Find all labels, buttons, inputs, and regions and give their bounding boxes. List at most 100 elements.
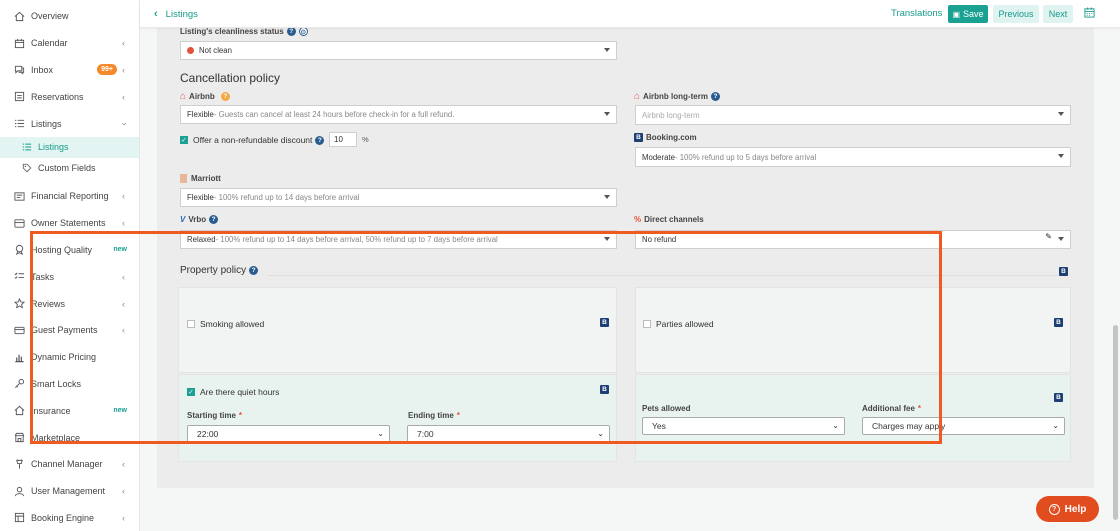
sidebar-item-dynamic-pricing[interactable]: Dynamic Pricing (0, 344, 139, 371)
pets-allowed-select[interactable]: Yes ⌄ (642, 417, 845, 435)
sidebar-item-reviews[interactable]: Reviews ‹ (0, 290, 139, 317)
chevron-left-icon: ‹ (122, 38, 125, 49)
help-icon: ? (1048, 503, 1060, 515)
booking-channel-icon: B (1054, 318, 1063, 327)
smoking-checkbox[interactable] (187, 320, 195, 328)
booking-policy-select[interactable]: Moderate - 100% refund up to 5 days befo… (635, 147, 1071, 167)
previous-button[interactable]: Previous (993, 5, 1039, 23)
ending-time-label: Ending time * (408, 411, 460, 420)
marriott-policy-desc: - 100% refund up to 14 days before arriv… (213, 193, 360, 202)
sidebar-subitem-listings[interactable]: Listings (0, 136, 139, 158)
sidebar-item-label: Hosting Quality (31, 244, 93, 255)
store-icon (14, 432, 25, 443)
sidebar-item-insurance[interactable]: Insurance new (0, 397, 139, 424)
chevron-down-icon: ‹ (118, 122, 129, 126)
key-icon (14, 378, 25, 389)
sidebar-item-financial-reporting[interactable]: Financial Reporting ‹ (0, 183, 139, 210)
chevron-left-icon: ‹ (154, 8, 158, 20)
page-scrollbar[interactable] (1113, 325, 1118, 520)
parties-checkbox[interactable] (643, 320, 651, 328)
sidebar-item-tasks[interactable]: Tasks ‹ (0, 263, 139, 290)
calendar-icon (14, 38, 25, 49)
main-content: Listing's cleanliness status ? ⊙ Not cle… (140, 27, 1120, 531)
sidebar-item-guest-payments[interactable]: Guest Payments ‹ (0, 317, 139, 344)
vrbo-policy-select[interactable]: Relaxed - 100% refund up to 14 days befo… (180, 230, 617, 249)
airbnb-policy-select[interactable]: Flexible - Guests can cancel at least 24… (180, 105, 617, 124)
additional-fee-label-text: Additional fee (862, 404, 915, 413)
help-button[interactable]: ? Help (1036, 496, 1099, 522)
sidebar-item-channel-manager[interactable]: Channel Manager ‹ (0, 451, 139, 478)
sidebar-item-marketplace[interactable]: Marketplace (0, 424, 139, 451)
help-icon[interactable]: ? (710, 92, 720, 101)
airbnb-label-text: Airbnb (189, 92, 215, 101)
back-to-listings-link[interactable]: ‹ Listings (154, 8, 198, 20)
sidebar-item-user-management[interactable]: User Management ‹ (0, 478, 139, 505)
cleanliness-select[interactable]: Not clean (180, 41, 617, 60)
caret-down-icon (604, 112, 610, 116)
sidebar: Overview Calendar ‹ Inbox 99+ ‹ Reservat… (0, 0, 140, 531)
sidebar-item-label: Owner Statements (31, 218, 106, 229)
sidebar-item-calendar[interactable]: Calendar ‹ (0, 30, 139, 57)
marriott-policy-select[interactable]: Flexible - 100% refund up to 14 days bef… (180, 188, 617, 207)
sidebar-subitem-custom-fields[interactable]: Custom Fields (0, 158, 139, 179)
property-policy-title: Property policy ? (180, 265, 259, 276)
booking-logo-icon: B (634, 133, 643, 142)
sidebar-item-inbox[interactable]: Inbox 99+ ‹ (0, 57, 139, 84)
marriott-policy-value: Flexible (187, 193, 214, 202)
sidebar-item-label: Inbox (31, 64, 54, 75)
nonrefundable-checkbox[interactable]: ✓ (180, 136, 188, 144)
sidebar-item-overview[interactable]: Overview (0, 3, 139, 30)
sidebar-item-listings[interactable]: Listings ‹ (0, 110, 139, 137)
airbnb-long-term-label-text: Airbnb long-term (643, 92, 708, 101)
booking-channel-icon: B (1054, 393, 1063, 402)
sidebar-item-smart-locks[interactable]: Smart Locks (0, 371, 139, 398)
sidebar-item-label: Insurance (31, 405, 71, 416)
caret-down-icon (604, 237, 610, 241)
sidebar-item-owner-statements[interactable]: Owner Statements ‹ (0, 210, 139, 237)
help-icon[interactable]: ? (209, 215, 219, 224)
required-mark: * (456, 411, 460, 420)
ending-time-select[interactable]: 7:00 ⌄ (407, 425, 610, 443)
sidebar-item-reservations[interactable]: Reservations ‹ (0, 83, 139, 110)
direct-channels-select[interactable]: No refund ✎ (635, 230, 1071, 249)
info-circle-icon[interactable]: ⊙ (298, 27, 308, 36)
booking-channel-icon: B (1059, 267, 1068, 276)
starting-time-label-text: Starting time (187, 411, 236, 420)
airbnb-logo-icon: ⌂ (634, 91, 641, 102)
parties-card: Parties allowed B (635, 287, 1071, 373)
translations-link[interactable]: Translations (891, 8, 942, 19)
starting-time-select[interactable]: 22:00 ⌄ (187, 425, 390, 443)
pencil-icon[interactable]: ✎ (1045, 232, 1052, 241)
next-button[interactable]: Next (1043, 5, 1073, 23)
save-button[interactable]: ▣ Save (948, 5, 988, 23)
sidebar-item-hosting-quality[interactable]: Hosting Quality new (0, 237, 139, 264)
quiet-hours-checkbox[interactable]: ✓ (187, 388, 195, 396)
sidebar-item-booking-engine[interactable]: Booking Engine ‹ (0, 505, 139, 531)
marriott-label-text: Marriott (191, 174, 221, 183)
chevron-left-icon: ‹ (122, 325, 125, 336)
quiet-hours-row: ✓ Are there quiet hours (187, 387, 279, 397)
cancellation-policy-title: Cancellation policy (180, 71, 281, 85)
calendar-icon[interactable] (1084, 7, 1095, 20)
additional-fee-select[interactable]: Charges may apply ⌄ (862, 417, 1065, 435)
help-icon[interactable]: ? (220, 92, 230, 101)
help-icon[interactable]: ? (286, 27, 296, 36)
marriott-label: Marriott (180, 174, 221, 183)
house-shield-icon (14, 405, 25, 416)
airbnb-long-term-select[interactable]: Airbnb long-term (635, 105, 1071, 125)
airbnb-policy-desc: - Guests can cancel at least 24 hours be… (213, 110, 455, 119)
sidebar-item-label: Dynamic Pricing (31, 352, 97, 363)
smoking-label: Smoking allowed (200, 319, 265, 329)
sidebar-item-label: Listings (38, 142, 69, 153)
quiet-hours-label: Are there quiet hours (200, 387, 280, 397)
help-icon[interactable]: ? (249, 266, 259, 275)
new-badge: new (113, 246, 127, 254)
direct-channels-label-text: Direct channels (644, 215, 704, 224)
nonrefundable-discount-input[interactable]: 10 (329, 132, 357, 147)
caret-down-icon (1058, 237, 1064, 241)
chevron-left-icon: ‹ (122, 91, 125, 102)
help-icon[interactable]: ? (315, 135, 325, 145)
smoking-card: Smoking allowed B (178, 287, 617, 373)
vrbo-logo-icon: V (180, 215, 186, 224)
chevron-left-icon: ‹ (122, 271, 125, 282)
